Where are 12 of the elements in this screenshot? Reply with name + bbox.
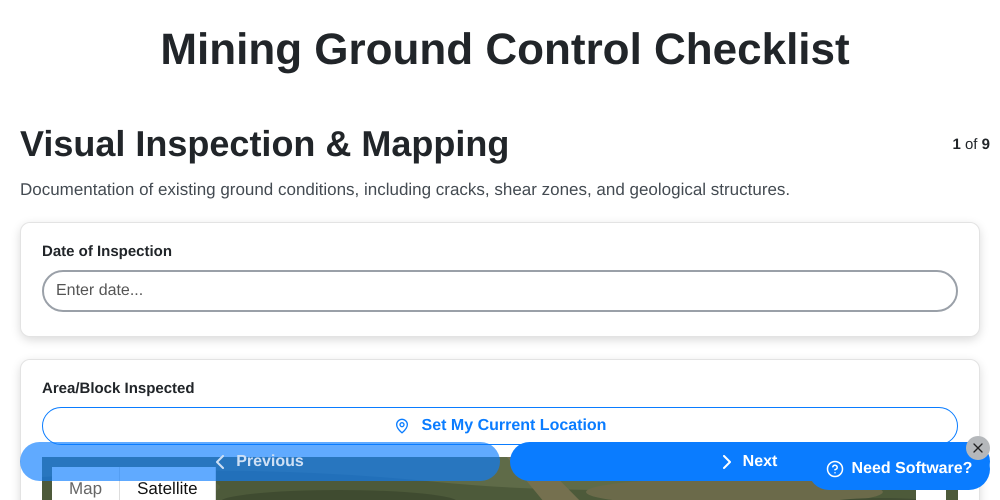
- section-title: Visual Inspection & Mapping: [20, 122, 510, 166]
- page-title: Mining Ground Control Checklist: [159, 24, 851, 76]
- map-pin-icon: [394, 418, 410, 434]
- section-description: Documentation of existing ground conditions, including cracks, shear zones, and geological structures.: [20, 180, 792, 200]
- location-button[interactable]: Set My Current Location: [42, 407, 958, 445]
- date-field[interactable]: Enter date...: [42, 270, 958, 312]
- step-counter: 1 of 9: [952, 136, 990, 152]
- chevron-left-icon: [216, 454, 224, 468]
- field-label: Date of Inspection: [42, 243, 174, 260]
- chevron-right-icon: [722, 454, 731, 468]
- field-label: Area/Block Inspected: [42, 380, 196, 397]
- help-icon: [826, 460, 844, 478]
